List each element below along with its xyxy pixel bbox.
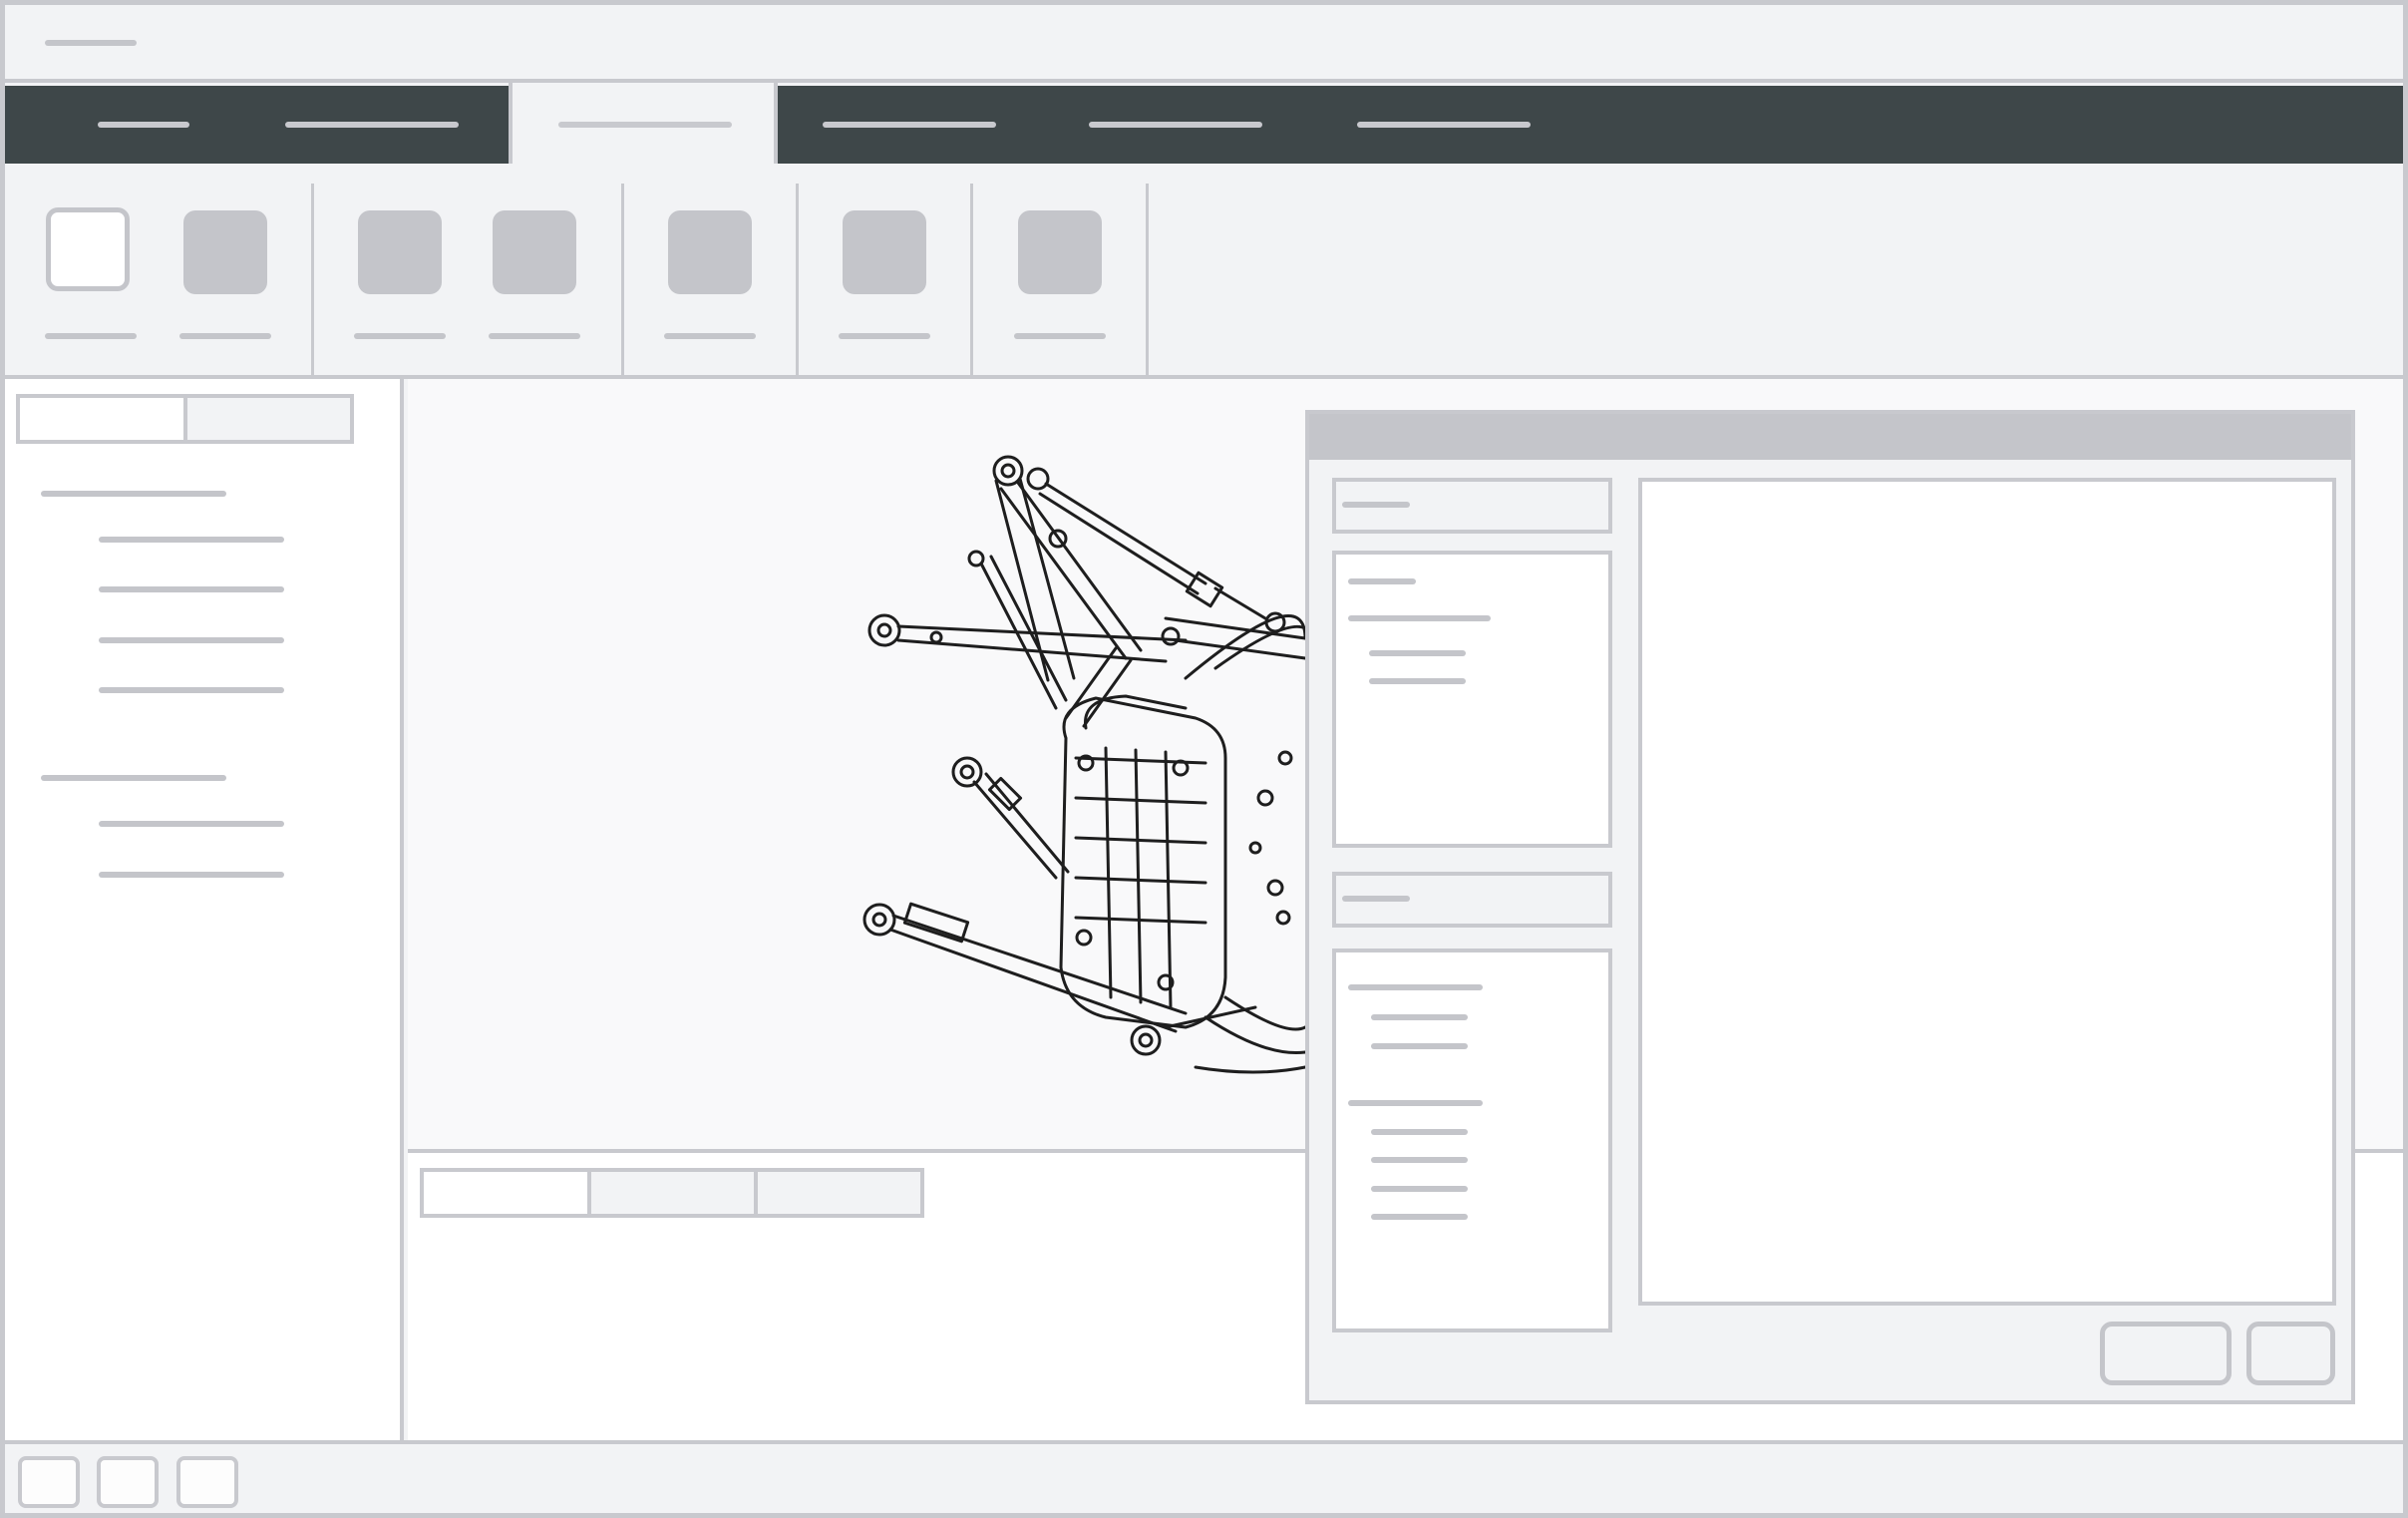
title-bar [5, 5, 2403, 83]
toolbar-separator [796, 184, 799, 379]
ribbon-tab-5[interactable] [1047, 86, 1316, 164]
toolbar-button-3-label [354, 333, 446, 339]
tree-item[interactable] [99, 537, 284, 543]
toolbar-button-7-label [1014, 333, 1106, 339]
tree-item[interactable] [99, 637, 284, 643]
toolbar-button-6-label [839, 333, 930, 339]
output-tab-1[interactable] [420, 1168, 591, 1218]
ribbon-tab-4[interactable] [778, 86, 1047, 164]
dialog-list-item[interactable] [1369, 678, 1466, 684]
dialog-window [1305, 410, 2355, 1404]
tree-item[interactable] [99, 821, 284, 827]
toolbar-button-4[interactable] [493, 210, 576, 294]
status-button-3[interactable] [176, 1456, 238, 1508]
dialog-field-1[interactable] [1332, 478, 1612, 534]
output-tab-2[interactable] [587, 1168, 758, 1218]
toolbar-button-5[interactable] [668, 210, 752, 294]
dialog-list-item[interactable] [1348, 1100, 1483, 1106]
output-tab-3[interactable] [754, 1168, 924, 1218]
dialog-list-item[interactable] [1371, 1214, 1468, 1220]
model-tree-panel [5, 379, 404, 1440]
status-bar [5, 1440, 2403, 1513]
toolbar-separator [970, 184, 973, 379]
toolbar-button-3[interactable] [358, 210, 442, 294]
toolbar-button-6[interactable] [843, 210, 926, 294]
tree-group-2-title[interactable] [41, 775, 226, 781]
tab-group-left [5, 86, 509, 164]
ribbon-tab-3-label [558, 122, 732, 128]
dialog-list-1[interactable] [1332, 551, 1612, 848]
toolbar-separator [621, 184, 624, 379]
ribbon-tab-6[interactable] [1316, 86, 1585, 164]
ribbon-tab-1-label [98, 122, 189, 128]
dialog-list-item[interactable] [1371, 1157, 1468, 1163]
ribbon-tab-3[interactable] [509, 83, 778, 167]
toolbar-button-1-label [45, 333, 137, 339]
status-button-2[interactable] [97, 1456, 159, 1508]
dialog-list-item[interactable] [1348, 578, 1416, 584]
toolbar-button-2[interactable] [183, 210, 267, 294]
dialog-primary-button[interactable] [2100, 1322, 2232, 1385]
left-panel-tab-1[interactable] [16, 394, 187, 444]
toolbar-separator [311, 184, 314, 379]
status-button-1[interactable] [18, 1456, 80, 1508]
toolbar-button-2-label [179, 333, 271, 339]
dialog-list-item[interactable] [1348, 615, 1491, 621]
tree-item[interactable] [99, 586, 284, 592]
ribbon-tab-2[interactable] [254, 86, 509, 164]
toolbar-button-5-label [664, 333, 756, 339]
dialog-secondary-button[interactable] [2246, 1322, 2335, 1385]
ribbon-tab-6-label [1357, 122, 1531, 128]
dialog-field-2-placeholder [1342, 896, 1410, 902]
toolbar-button-7[interactable] [1018, 210, 1102, 294]
ribbon-tab-5-label [1089, 122, 1262, 128]
ribbon-tab-1[interactable] [5, 86, 254, 164]
dialog-list-item[interactable] [1371, 1014, 1468, 1020]
dialog-preview-area [1638, 478, 2336, 1306]
ribbon-tab-4-label [823, 122, 996, 128]
tree-group-1-title[interactable] [41, 491, 226, 497]
ribbon-tab-2-label [285, 122, 459, 128]
dialog-list-item[interactable] [1371, 1186, 1468, 1192]
ribbon-tab-strip [5, 83, 2403, 167]
dialog-title-bar[interactable] [1309, 414, 2351, 460]
toolbar-separator [1146, 184, 1149, 379]
dialog-list-item[interactable] [1371, 1043, 1468, 1049]
tree-item[interactable] [99, 687, 284, 693]
toolbar-button-4-label [489, 333, 580, 339]
toolbar-button-1[interactable] [46, 207, 130, 291]
dialog-list-2[interactable] [1332, 949, 1612, 1332]
tree-item[interactable] [99, 872, 284, 878]
dialog-field-1-placeholder [1342, 502, 1410, 508]
ribbon-toolbar [5, 164, 2403, 379]
window-title [5, 5, 6, 6]
left-panel-tab-2[interactable] [183, 394, 354, 444]
dialog-list-item[interactable] [1371, 1129, 1468, 1135]
dialog-list-item[interactable] [1369, 650, 1466, 656]
dialog-list-item[interactable] [1348, 984, 1483, 990]
dialog-field-2[interactable] [1332, 872, 1612, 928]
window-title-placeholder [45, 40, 137, 46]
